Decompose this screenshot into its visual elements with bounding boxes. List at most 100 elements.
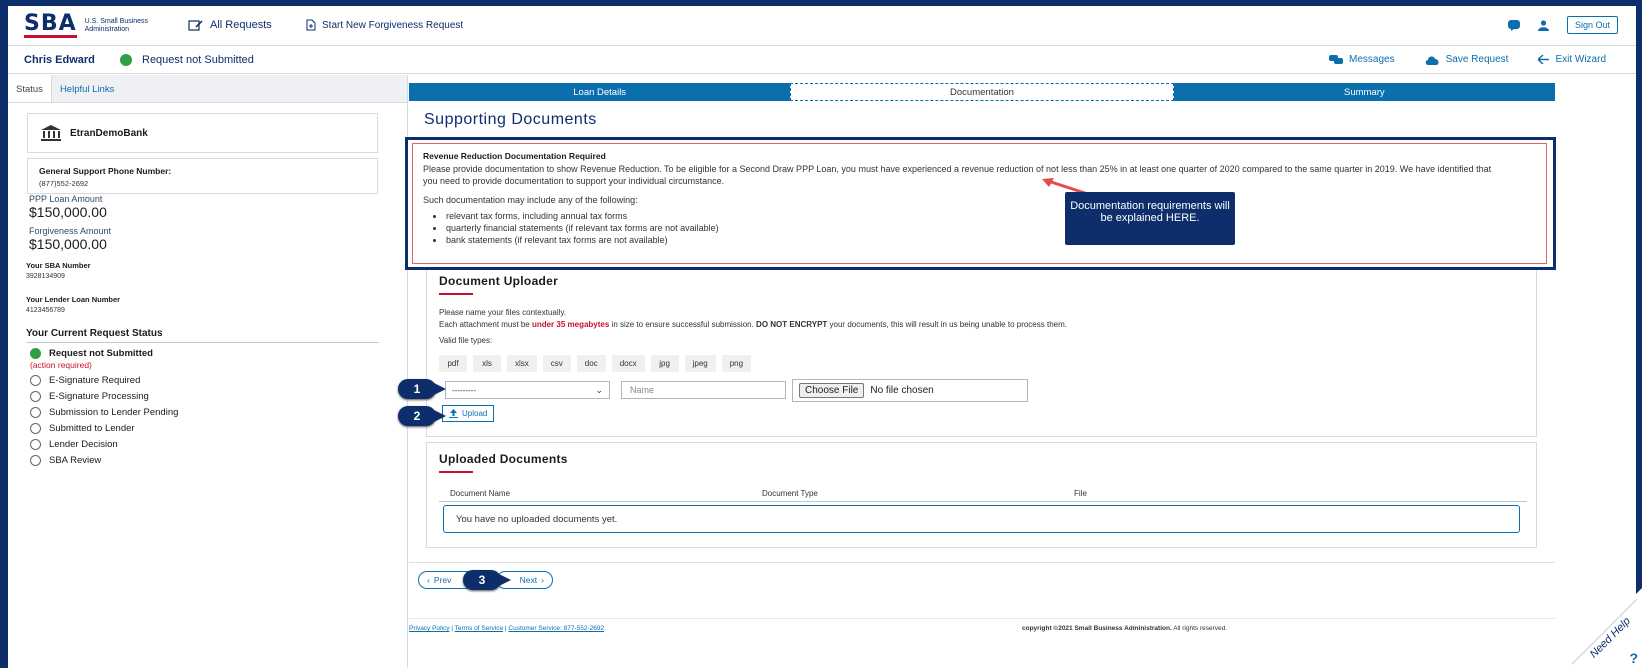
forgiveness-amount-block: Forgiveness Amount $150,000.00 (29, 226, 111, 252)
sba-number-value: 3928134909 (26, 273, 65, 280)
file-type-badge: pdf (439, 355, 467, 372)
file-type-badge: csv (542, 355, 571, 372)
alert-list-intro: Such documentation may include any of th… (423, 195, 638, 205)
request-actions: Messages Save Request Exit Wizard (1329, 54, 1606, 65)
lender-loan-value: 4123456789 (26, 307, 65, 314)
need-help-widget[interactable]: Need Help ? (1562, 588, 1642, 668)
upload-label: Upload (462, 409, 488, 418)
wizard-steps: Loan Details Documentation Summary (409, 83, 1555, 101)
status-radio-icon (30, 375, 41, 386)
list-item: bank statements (if relevant tax forms a… (433, 234, 1536, 246)
annotation-badge-1: 1 (398, 379, 446, 399)
status-dot-icon (120, 54, 132, 66)
forgiveness-amount-label: Forgiveness Amount (29, 226, 112, 236)
messages-icon[interactable] (1507, 19, 1520, 31)
exit-wizard-label: Exit Wizard (1555, 54, 1606, 65)
lender-loan-label: Your Lender Loan Number (26, 295, 121, 304)
file-type-list: pdf xls xlsx csv doc docx jpg jpeg png (439, 355, 1067, 372)
status-radio-icon (30, 407, 41, 418)
sba-number-block: Your SBA Number 3928134909 (26, 261, 91, 280)
documentation-list: relevant tax forms, including annual tax… (423, 210, 1536, 246)
document-uploader-panel: Document Uploader Please name your files… (426, 270, 1537, 437)
lender-name: EtranDemoBank (70, 127, 148, 139)
status-item-submission-pending: Submission to Lender Pending (30, 407, 178, 418)
sign-out-button[interactable]: Sign Out (1566, 16, 1618, 34)
step-loan-details[interactable]: Loan Details (409, 83, 791, 101)
sidebar-tabs: Status Helpful Links (8, 75, 407, 103)
status-radio-active-icon (30, 348, 41, 359)
title-underline (439, 471, 473, 473)
document-plus-icon (306, 19, 316, 31)
messages-link[interactable]: Messages (1329, 54, 1395, 65)
forgiveness-amount-value: $150,000.00 (29, 236, 107, 252)
upload-button[interactable]: Upload (442, 405, 495, 422)
footer: Privacy Policy | Terms of Service | Cust… (409, 618, 1555, 638)
uploaded-documents-panel: Uploaded Documents Document Name Documen… (426, 442, 1537, 548)
alert-body: Please provide documentation to show Rev… (423, 164, 1492, 186)
uploader-note-1: Please name your files contextually. (439, 308, 567, 317)
tab-helpful-links[interactable]: Helpful Links (52, 75, 122, 102)
tab-status[interactable]: Status (8, 75, 52, 102)
top-right-actions: Sign Out (1507, 16, 1618, 34)
footer-links: Privacy Policy | Terms of Service | Cust… (409, 625, 604, 632)
exit-wizard-link[interactable]: Exit Wizard (1538, 54, 1606, 65)
document-name-input[interactable]: Name (621, 381, 786, 399)
callout-annotation: Documentation requirements will be expla… (1065, 192, 1235, 245)
file-type-badge: jpeg (684, 355, 716, 372)
copyright: copyright ©2021 Small Business Administr… (1022, 625, 1228, 632)
file-type-badge: xlsx (507, 355, 537, 372)
sba-number-label: Your SBA Number (26, 261, 91, 270)
all-requests-link[interactable]: All Requests (188, 19, 272, 31)
documents-table-header: Document Name Document Type File (439, 488, 1527, 502)
sba-logo-mark: SBA (24, 11, 77, 38)
revenue-reduction-alert: Revenue Reduction Documentation Required… (412, 143, 1547, 264)
status-radio-icon (30, 439, 41, 450)
choose-file-button[interactable]: Choose File (799, 383, 865, 398)
save-request-link[interactable]: Save Request (1425, 54, 1508, 65)
column-document-type: Document Type (762, 489, 818, 498)
question-icon: ? (1629, 650, 1638, 666)
request-status-text: Request not Submitted (142, 54, 254, 66)
step-summary[interactable]: Summary (1173, 83, 1555, 101)
support-phone-number: (877)552-2692 (39, 179, 89, 188)
privacy-policy-link[interactable]: Privacy Policy (409, 625, 449, 632)
list-item: quarterly financial statements (if relev… (433, 222, 1536, 234)
status-item-submitted-to-lender: Submitted to Lender (30, 423, 135, 434)
valid-types-label: Valid file types: (439, 336, 493, 345)
customer-service-link[interactable]: Customer Service: 877-552-2692 (508, 625, 604, 632)
column-document-name: Document Name (450, 489, 511, 498)
status-item-label: Submission to Lender Pending (49, 407, 179, 418)
terms-of-service-link[interactable]: Terms of Service (455, 625, 503, 632)
divider (409, 562, 1555, 563)
sba-logo[interactable]: SBA U.S. Small Business Administration (24, 13, 155, 38)
file-picker[interactable]: Choose File No file chosen (792, 379, 1028, 402)
annotation-badge-2: 2 (398, 406, 446, 426)
document-type-select[interactable]: --------- ⌄ (445, 381, 610, 399)
status-item-label: Lender Decision (49, 439, 118, 450)
column-file: File (1074, 489, 1087, 498)
annotation-badge-3: 3 (463, 570, 511, 590)
status-item-sba-review: SBA Review (30, 455, 101, 466)
lender-loan-block: Your Lender Loan Number 4123456789 (26, 295, 120, 314)
file-type-badge: doc (576, 355, 606, 372)
bank-icon (41, 125, 61, 141)
edit-document-icon (188, 20, 203, 31)
alert-title: Revenue Reduction Documentation Required (423, 151, 606, 161)
status-item-label: SBA Review (49, 455, 102, 466)
user-icon[interactable] (1537, 19, 1549, 31)
start-new-request-link[interactable]: Start New Forgiveness Request (306, 19, 463, 31)
status-item-request-not-submitted: Request not Submitted (30, 348, 153, 359)
file-type-badge: docx (611, 355, 645, 372)
sba-logo-text: U.S. Small Business Administration (84, 17, 149, 33)
empty-state-message: You have no uploaded documents yet. (443, 505, 1520, 533)
loan-amount-label: PPP Loan Amount (29, 194, 103, 204)
chevron-down-icon: ⌄ (595, 385, 603, 395)
action-required-note: (action required) (30, 360, 92, 370)
status-item-label: E-Signature Processing (49, 391, 149, 402)
step-documentation[interactable]: Documentation (790, 83, 1174, 101)
sidebar: Status Helpful Links EtranDemoBank Gener… (8, 75, 408, 668)
lender-card: EtranDemoBank (27, 113, 378, 153)
file-type-badge: xls (473, 355, 501, 372)
status-radio-icon (30, 423, 41, 434)
arrow-left-icon (1538, 55, 1550, 64)
